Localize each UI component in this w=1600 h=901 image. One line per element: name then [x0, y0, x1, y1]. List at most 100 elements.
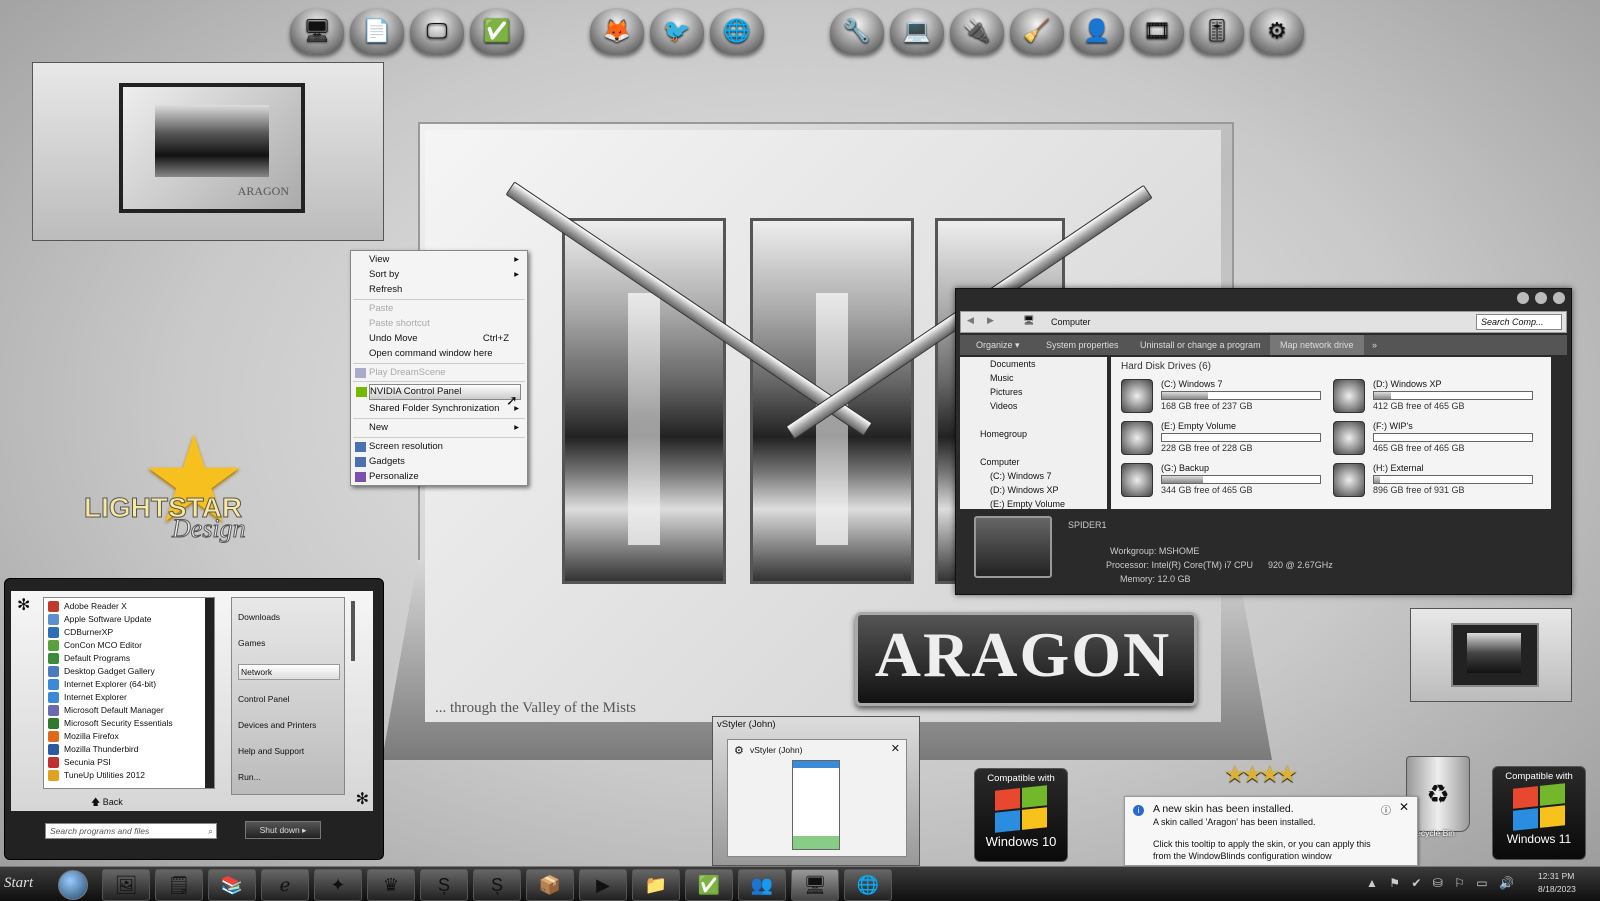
- taskbar-app-button[interactable]: 📚: [208, 869, 256, 901]
- places-item[interactable]: Devices and Printers: [238, 720, 316, 730]
- program-item[interactable]: Microsoft Security Essentials: [48, 717, 173, 730]
- tray-security-icon[interactable]: ✔: [1411, 876, 1425, 890]
- menu-item-refresh[interactable]: Refresh: [369, 283, 521, 297]
- program-item[interactable]: Apple Software Update: [47, 613, 151, 626]
- back-arrow-icon[interactable]: ◀: [967, 315, 974, 326]
- back-button[interactable]: 🡅 Back: [91, 795, 123, 811]
- nav-item[interactable]: Homegroup: [980, 429, 1027, 439]
- program-item[interactable]: TuneUp Utilities 2012: [48, 769, 145, 782]
- nav-item[interactable]: (C:) Windows 7: [990, 471, 1052, 481]
- taskbar-app-button[interactable]: 🌐: [844, 869, 892, 901]
- start-label[interactable]: Start: [4, 875, 33, 892]
- menu-item-undo-move[interactable]: Undo Move Ctrl+Z: [369, 332, 521, 346]
- firefox-icon[interactable]: 🦊: [590, 8, 644, 54]
- minimize-icon[interactable]: [1517, 292, 1529, 304]
- media-icon[interactable]: 🎞: [1130, 8, 1184, 54]
- drive-d[interactable]: (D:) Windows XP 412 GB free of 465 GB: [1333, 377, 1538, 415]
- search-input[interactable]: Search Comp...: [1476, 314, 1562, 330]
- google-earth-icon[interactable]: 🌐: [710, 8, 764, 54]
- clock-date[interactable]: 8/18/2023: [1538, 884, 1576, 894]
- drive-c[interactable]: (C:) Windows 7 168 GB free of 237 GB: [1121, 377, 1326, 415]
- program-item[interactable]: CDBurnerXP: [47, 626, 113, 639]
- places-item[interactable]: Run...: [238, 772, 261, 782]
- nav-item[interactable]: (D:) Windows XP: [990, 485, 1059, 495]
- menu-item-screen-resolution[interactable]: Screen resolution: [355, 440, 521, 454]
- tray-network-icon[interactable]: ⛁: [1433, 876, 1447, 890]
- menu-item-open-command-window[interactable]: Open command window here: [369, 347, 521, 361]
- checklist-icon[interactable]: ✅: [470, 8, 524, 54]
- nav-item[interactable]: Documents: [990, 359, 1036, 369]
- tray-flag-icon[interactable]: ⚐: [1454, 876, 1469, 890]
- program-item[interactable]: Desktop Gadget Gallery: [48, 665, 155, 678]
- menu-item-nvidia-control-panel[interactable]: NVIDIA Control Panel: [356, 384, 521, 400]
- notification-close-icon[interactable]: ✕: [1399, 800, 1409, 814]
- taskbar-app-button[interactable]: 📁: [632, 869, 680, 901]
- places-item[interactable]: Control Panel: [238, 694, 290, 704]
- places-item[interactable]: Help and Support: [238, 746, 304, 756]
- program-item[interactable]: ConCon MCO Editor: [48, 639, 142, 652]
- nav-item[interactable]: Videos: [990, 401, 1017, 411]
- nav-item[interactable]: Pictures: [990, 387, 1023, 397]
- program-item[interactable]: Secunia PSI: [48, 756, 111, 769]
- nav-item[interactable]: (E:) Empty Volume: [990, 499, 1065, 509]
- taskbar-app-button[interactable]: 🖥: [791, 869, 839, 901]
- system-properties-button[interactable]: System properties: [1046, 340, 1119, 350]
- map-network-drive-button[interactable]: Map network drive: [1270, 335, 1364, 355]
- places-item[interactable]: Network: [238, 664, 340, 680]
- tray-app-icon[interactable]: ⚑: [1389, 876, 1404, 890]
- menu-item-shared-folder-sync[interactable]: Shared Folder Synchronization ▸: [369, 402, 521, 416]
- taskbar-app-button[interactable]: Ș: [420, 869, 468, 901]
- monitor-icon[interactable]: 💻: [890, 8, 944, 54]
- menu-item-personalize[interactable]: Personalize: [355, 470, 521, 484]
- thunderbird-icon[interactable]: 🐦: [650, 8, 704, 54]
- notification-options-icon[interactable]: ⓘ: [1381, 802, 1391, 817]
- places-item[interactable]: Downloads: [238, 612, 280, 622]
- taskbar-app-button[interactable]: ✅: [685, 869, 733, 901]
- places-item[interactable]: Games: [238, 638, 265, 648]
- program-list-scrollbar[interactable]: [205, 598, 214, 788]
- program-item[interactable]: Adobe Reader X: [48, 600, 127, 613]
- computer-icon[interactable]: 🖥: [290, 8, 344, 54]
- program-item[interactable]: Internet Explorer: [48, 691, 127, 704]
- taskbar-app-button[interactable]: ✦: [314, 869, 362, 901]
- nav-item[interactable]: Computer: [980, 457, 1020, 467]
- tray-volume-icon[interactable]: 🔊: [1499, 876, 1518, 890]
- taskbar-app-button[interactable]: 🖼: [102, 869, 150, 901]
- nav-item[interactable]: Music: [990, 373, 1014, 383]
- taskbar-app-button[interactable]: ♛: [367, 869, 415, 901]
- drive-e[interactable]: (E:) Empty Volume 228 GB free of 228 GB: [1121, 419, 1326, 457]
- menu-item-sort-by[interactable]: Sort by ▸: [369, 268, 521, 282]
- organize-button[interactable]: Organize ▾: [976, 340, 1020, 351]
- taskbar-thumbnail[interactable]: vStyler (John) ⚙ vStyler (John) ✕: [712, 716, 920, 866]
- taskbar-app-button[interactable]: ℯ: [261, 869, 309, 901]
- forward-arrow-icon[interactable]: ▶: [987, 315, 994, 326]
- menu-item-new[interactable]: New ▸: [369, 421, 521, 435]
- program-item[interactable]: Mozilla Thunderbird: [48, 743, 139, 756]
- tray-arrow-icon[interactable]: ▲: [1366, 876, 1382, 890]
- shutdown-button[interactable]: Shut down ▸: [245, 821, 321, 839]
- clock-time[interactable]: 12:31 PM: [1538, 871, 1574, 881]
- start-search-input[interactable]: Search programs and files ⌕: [45, 823, 217, 839]
- taskbar-app-button[interactable]: Ș: [473, 869, 521, 901]
- thumbnail-close-icon[interactable]: ✕: [891, 742, 900, 755]
- skin-installed-notification[interactable]: i A new skin has been installed. ⓘ ✕ A s…: [1124, 796, 1418, 866]
- more-button[interactable]: »: [1372, 340, 1377, 350]
- start-orb-icon[interactable]: [58, 870, 88, 900]
- uninstall-program-button[interactable]: Uninstall or change a program: [1140, 340, 1261, 350]
- program-item[interactable]: Internet Explorer (64-bit): [47, 678, 156, 691]
- network-icon[interactable]: 🔌: [950, 8, 1004, 54]
- maximize-icon[interactable]: [1535, 292, 1547, 304]
- equalizer-icon[interactable]: 🎚: [1190, 8, 1244, 54]
- user-icon[interactable]: 👤: [1070, 8, 1124, 54]
- tray-display-icon[interactable]: ▭: [1476, 876, 1491, 890]
- program-item[interactable]: Microsoft Default Manager: [48, 704, 164, 717]
- close-icon[interactable]: [1553, 292, 1565, 304]
- drive-f[interactable]: (F:) WIP's 465 GB free of 465 GB: [1333, 419, 1538, 457]
- taskbar-app-button[interactable]: 👥: [738, 869, 786, 901]
- taskbar-app-button[interactable]: 📦: [526, 869, 574, 901]
- drive-g[interactable]: (G:) Backup 344 GB free of 465 GB: [1121, 461, 1326, 499]
- display-icon[interactable]: 🖵: [410, 8, 464, 54]
- taskbar-app-button[interactable]: ▶: [579, 869, 627, 901]
- cleaner-icon[interactable]: 🧹: [1010, 8, 1064, 54]
- menu-item-gadgets[interactable]: Gadgets: [355, 455, 521, 469]
